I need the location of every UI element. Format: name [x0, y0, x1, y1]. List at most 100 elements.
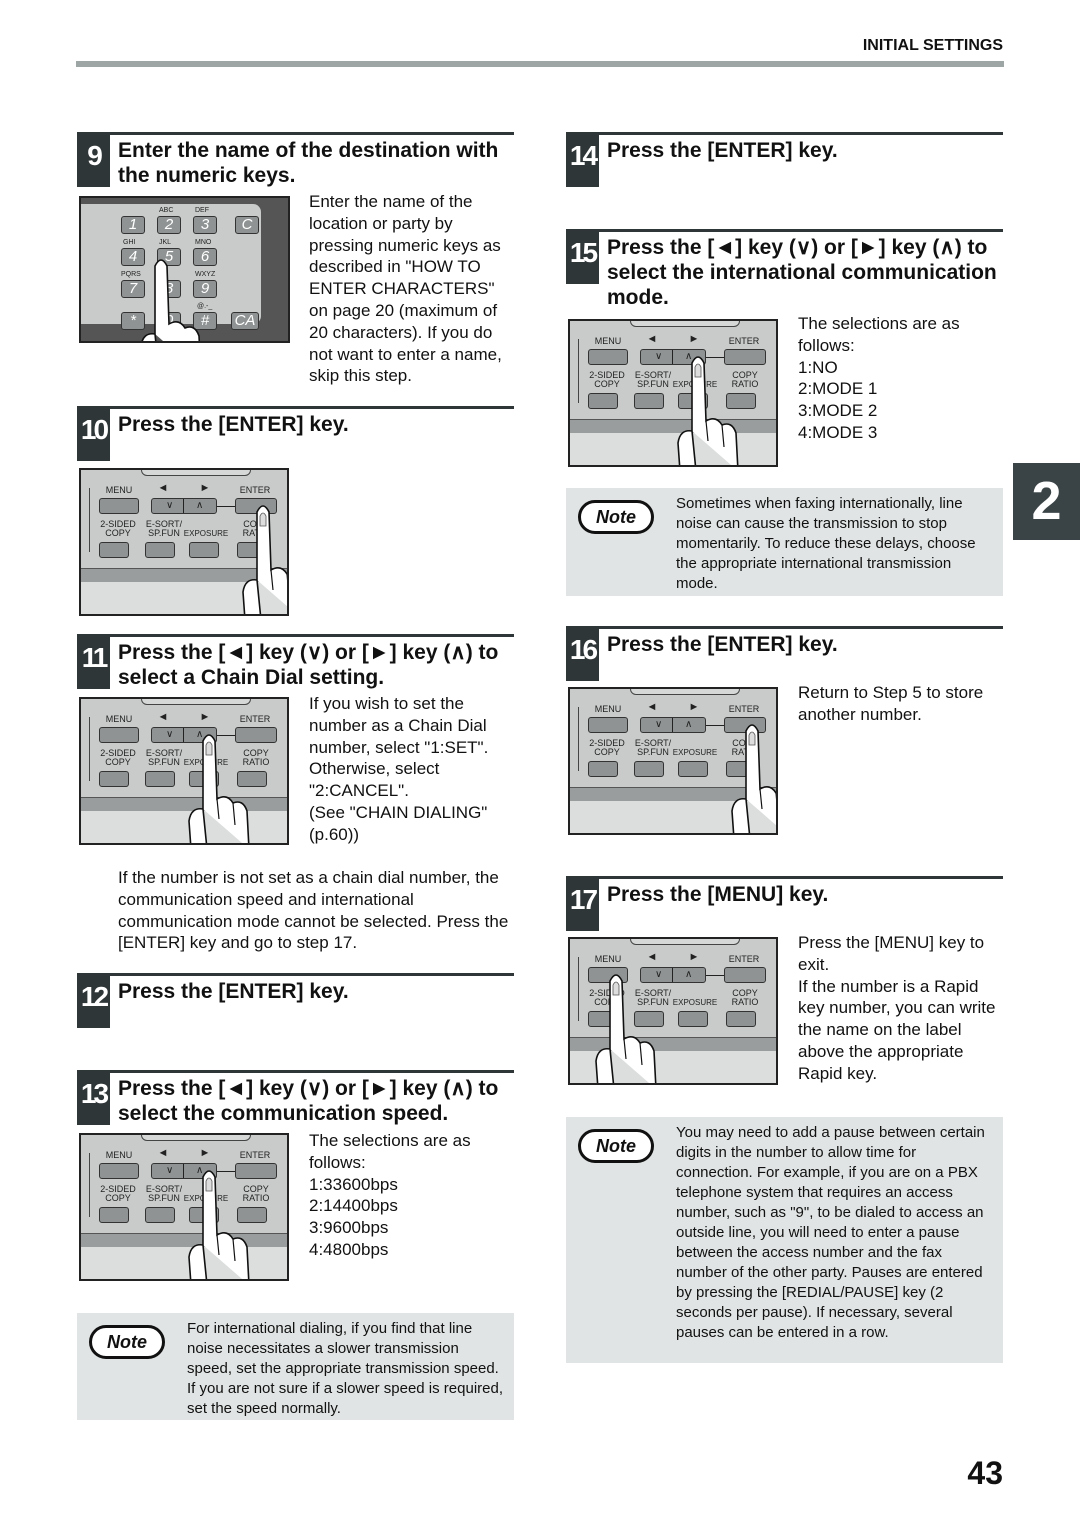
- pointing-hand-icon: [242, 505, 287, 614]
- right-arrow-label: ►: [199, 711, 211, 723]
- pointing-hand-icon: [188, 734, 250, 843]
- arrow-keys[interactable]: ∨ ∧: [640, 717, 706, 733]
- step-title: Press the [ENTER] key.: [118, 413, 349, 436]
- menu-key[interactable]: [588, 349, 628, 365]
- key-letters: DEF: [195, 207, 209, 214]
- divider: [89, 488, 90, 552]
- exposure-label: EXPOSURE: [672, 748, 718, 757]
- two-sided-copy-label: 2-SIDED COPY: [589, 370, 625, 389]
- step-title: Press the [◄] key (∨) or [►] key (∧) to …: [607, 236, 997, 309]
- left-arrow-label: ◄: [646, 951, 658, 963]
- keypad-key[interactable]: 2: [157, 216, 181, 234]
- step-title: Press the [ENTER] key.: [118, 980, 349, 1003]
- pointing-hand-icon: [731, 724, 776, 833]
- pointing-hand-icon: [188, 1170, 250, 1279]
- separator: [672, 968, 673, 982]
- note-box: Note You may need to add a pause between…: [566, 1117, 1003, 1363]
- display-edge: [630, 939, 740, 945]
- menu-label: MENU: [105, 1150, 133, 1160]
- two-sided-copy-key[interactable]: [588, 761, 618, 777]
- step-10: 10 Press the [ENTER] key.: [77, 406, 514, 461]
- step-number: 17: [566, 879, 599, 931]
- keypad-key[interactable]: CA: [231, 312, 259, 330]
- control-panel-illustration: MENU ◄ ► ENTER ∨ ∧ 2-SIDED COPY E-SORT/SP.…: [568, 687, 778, 835]
- right-arrow-label: ►: [688, 333, 700, 345]
- copy-ratio-key[interactable]: [726, 1011, 756, 1027]
- option: 4:MODE 3: [798, 422, 878, 442]
- control-panel-illustration: MENU ◄ ► ENTER ∨ ∧ 2-SIDED COPY E-SORT/SP.…: [568, 319, 778, 467]
- step-text: The selections are as follows: 1:NO 2:MOD…: [798, 313, 1003, 444]
- control-panel-illustration: MENU ◄ ► ENTER ∨ ∧ 2-SIDED COPY E-SORT/SP.…: [568, 937, 778, 1085]
- step-16: 16 Press the [ENTER] key.: [566, 626, 1003, 681]
- two-sided-copy-key[interactable]: [99, 771, 129, 787]
- step-title: Enter the name of the destination with t…: [118, 139, 499, 187]
- section-header: INITIAL SETTINGS: [862, 37, 1003, 54]
- exposure-key[interactable]: [678, 761, 708, 777]
- arrow-keys[interactable]: ∨ ∧: [151, 498, 217, 514]
- menu-key[interactable]: [99, 727, 139, 743]
- step-12: 12 Press the [ENTER] key.: [77, 973, 514, 1028]
- step-11: 11 Press the [◄] key (∨) or [►] key (∧) …: [77, 634, 514, 689]
- up-icon: ∧: [685, 719, 693, 730]
- keypad-key[interactable]: 1: [121, 216, 145, 234]
- numeric-keypad-illustration: 123C456789*0#CAABCDEFGHIJKLMNOPQRSWXYZ@.…: [79, 196, 290, 343]
- menu-key[interactable]: [588, 717, 628, 733]
- two-sided-copy-label: 2-SIDED COPY: [589, 738, 625, 757]
- step-14: 14 Press the [ENTER] key.: [566, 132, 1003, 187]
- step-text: Press the [MENU] key to exit. If the numb…: [798, 933, 996, 1083]
- option: 3:9600bps: [309, 1218, 389, 1238]
- menu-label: MENU: [105, 714, 133, 724]
- esort-key[interactable]: [145, 542, 175, 558]
- esort-key[interactable]: [634, 393, 664, 409]
- esort-key[interactable]: [634, 761, 664, 777]
- option: 4:4800bps: [309, 1239, 389, 1259]
- down-icon: ∨: [655, 351, 663, 362]
- two-sided-copy-key[interactable]: [99, 542, 129, 558]
- two-sided-copy-label: 2-SIDED COPY: [100, 1184, 136, 1203]
- step-number: 11: [77, 637, 110, 689]
- keypad-key[interactable]: C: [235, 216, 259, 234]
- step-number: 15: [566, 232, 599, 284]
- keypad-key[interactable]: 3: [193, 216, 217, 234]
- down-icon: ∨: [166, 729, 174, 740]
- display-edge: [630, 321, 740, 327]
- enter-label: ENTER: [728, 954, 760, 964]
- menu-key[interactable]: [99, 498, 139, 514]
- step-title: Press the [◄] key (∨) or [►] key (∧) to …: [118, 1077, 499, 1125]
- enter-label: ENTER: [239, 1150, 271, 1160]
- two-sided-copy-label: 2-SIDED COPY: [100, 519, 136, 538]
- key-letters: GHI: [123, 239, 136, 246]
- two-sided-copy-label: 2-SIDED COPY: [100, 748, 136, 767]
- exposure-key[interactable]: [678, 1011, 708, 1027]
- menu-label: MENU: [594, 954, 622, 964]
- divider: [578, 957, 579, 1021]
- display-edge: [630, 689, 740, 695]
- step-title: Press the [◄] key (∨) or [►] key (∧) to …: [118, 641, 499, 689]
- divider: [89, 717, 90, 781]
- esort-key[interactable]: [145, 1207, 175, 1223]
- enter-key[interactable]: [724, 967, 766, 983]
- step-title: Press the [ENTER] key.: [607, 139, 838, 162]
- down-icon: ∨: [166, 1165, 174, 1176]
- left-arrow-label: ◄: [157, 1147, 169, 1159]
- step-number: 10: [77, 409, 110, 461]
- esort-key[interactable]: [145, 771, 175, 787]
- exposure-key[interactable]: [189, 542, 219, 558]
- two-sided-copy-key[interactable]: [588, 393, 618, 409]
- down-icon: ∨: [166, 500, 174, 511]
- step-title: Press the [MENU] key.: [607, 883, 829, 906]
- display-edge: [141, 1135, 251, 1141]
- menu-key[interactable]: [99, 1163, 139, 1179]
- step-title: Press the [ENTER] key.: [607, 633, 838, 656]
- two-sided-copy-key[interactable]: [99, 1207, 129, 1223]
- step-text: Return to Step 5 to store another number…: [798, 683, 984, 724]
- step-text: The selections are as follows: 1:33600bp…: [309, 1130, 514, 1261]
- connector-line: [706, 975, 724, 976]
- enter-label: ENTER: [728, 704, 760, 714]
- down-icon: ∨: [655, 719, 663, 730]
- header-rule: [76, 61, 1004, 67]
- divider: [578, 339, 579, 403]
- menu-label: MENU: [105, 485, 133, 495]
- page-number: 43: [967, 1455, 1003, 1491]
- right-arrow-label: ►: [199, 1147, 211, 1159]
